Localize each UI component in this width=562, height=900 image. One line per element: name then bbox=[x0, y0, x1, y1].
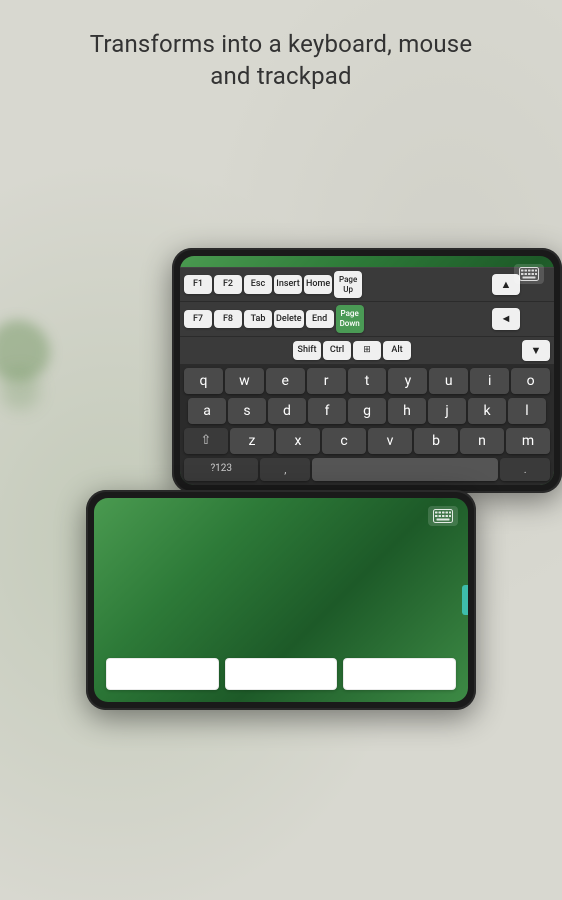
key-q[interactable]: q bbox=[184, 368, 223, 394]
key-v[interactable]: v bbox=[368, 428, 412, 454]
key-s[interactable]: s bbox=[228, 398, 266, 424]
key-g[interactable]: g bbox=[348, 398, 386, 424]
key-f1[interactable]: F1 bbox=[184, 275, 212, 294]
key-f8[interactable]: F8 bbox=[214, 310, 242, 329]
key-insert[interactable]: Insert bbox=[274, 275, 302, 294]
keyboard-toggle-icon[interactable] bbox=[514, 264, 544, 284]
key-m[interactable]: m bbox=[506, 428, 550, 454]
key-row-asdf: a s d f g h j k l bbox=[180, 396, 554, 426]
key-x[interactable]: x bbox=[276, 428, 320, 454]
key-i[interactable]: i bbox=[470, 368, 509, 394]
key-e[interactable]: e bbox=[266, 368, 305, 394]
key-space[interactable] bbox=[312, 458, 498, 481]
key-page-up[interactable]: PageUp bbox=[334, 271, 362, 298]
key-y[interactable]: y bbox=[388, 368, 427, 394]
key-tab[interactable]: Tab bbox=[244, 310, 272, 329]
key-shift-main[interactable]: ⇧ bbox=[184, 428, 228, 454]
keyboard-toggle-icon-bottom[interactable] bbox=[428, 506, 458, 526]
key-period[interactable]: . bbox=[500, 458, 550, 481]
key-page-down[interactable]: PageDown bbox=[336, 305, 364, 332]
key-l[interactable]: l bbox=[508, 398, 546, 424]
key-esc[interactable]: Esc bbox=[244, 275, 272, 294]
trackpad-buttons bbox=[106, 658, 456, 690]
phone-device-bottom bbox=[86, 490, 476, 710]
trackpad-btn-middle[interactable] bbox=[225, 658, 338, 690]
key-symbols[interactable]: ?123 bbox=[184, 458, 258, 481]
key-row-qwerty: q w e r t y u i o bbox=[180, 366, 554, 396]
key-o[interactable]: o bbox=[511, 368, 550, 394]
key-delete[interactable]: Delete bbox=[274, 310, 304, 329]
fn-row-1: F1 F2 Esc Insert Home PageUp ▲ bbox=[180, 268, 554, 301]
key-alt[interactable]: Alt bbox=[383, 341, 411, 360]
key-b[interactable]: b bbox=[414, 428, 458, 454]
phone-screen-top: F1 F2 Esc Insert Home PageUp ▲ F7 F8 Tab… bbox=[180, 256, 554, 485]
key-shift[interactable]: Shift bbox=[293, 341, 321, 360]
key-f7[interactable]: F7 bbox=[184, 310, 212, 329]
key-z[interactable]: z bbox=[230, 428, 274, 454]
decorative-blob-2 bbox=[0, 370, 40, 410]
key-comma[interactable]: , bbox=[260, 458, 310, 481]
phone-device-top: F1 F2 Esc Insert Home PageUp ▲ F7 F8 Tab… bbox=[172, 248, 562, 493]
key-k[interactable]: k bbox=[468, 398, 506, 424]
key-f[interactable]: f bbox=[308, 398, 346, 424]
key-u[interactable]: u bbox=[429, 368, 468, 394]
key-ctrl[interactable]: Ctrl bbox=[323, 341, 351, 360]
key-arrow-left[interactable]: ◄ bbox=[492, 308, 520, 329]
key-t[interactable]: t bbox=[348, 368, 387, 394]
key-j[interactable]: j bbox=[428, 398, 466, 424]
scroll-indicator bbox=[462, 585, 468, 615]
keyboard-overlay: F1 F2 Esc Insert Home PageUp ▲ F7 F8 Tab… bbox=[180, 267, 554, 485]
key-row-bottom: ?123 , . bbox=[180, 456, 554, 485]
key-d[interactable]: d bbox=[268, 398, 306, 424]
key-n[interactable]: n bbox=[460, 428, 504, 454]
key-end[interactable]: End bbox=[306, 310, 334, 329]
trackpad-btn-right[interactable] bbox=[343, 658, 456, 690]
key-f2[interactable]: F2 bbox=[214, 275, 242, 294]
key-arrow-down[interactable]: ▼ bbox=[522, 340, 550, 361]
phone-screen-bottom bbox=[94, 498, 468, 702]
key-c[interactable]: c bbox=[322, 428, 366, 454]
key-row-zxcv: ⇧ z x c v b n m bbox=[180, 426, 554, 456]
key-r[interactable]: r bbox=[307, 368, 346, 394]
fn-row-3: Shift Ctrl ⊞ Alt ▼ bbox=[180, 337, 554, 364]
key-w[interactable]: w bbox=[225, 368, 264, 394]
headline-text: Transforms into a keyboard, mouseand tra… bbox=[0, 0, 562, 113]
trackpad-btn-left[interactable] bbox=[106, 658, 219, 690]
fn-row-2: F7 F8 Tab Delete End PageDown ◄ bbox=[180, 302, 554, 335]
key-home[interactable]: Home bbox=[304, 275, 332, 294]
key-a[interactable]: a bbox=[188, 398, 226, 424]
key-h[interactable]: h bbox=[388, 398, 426, 424]
key-win[interactable]: ⊞ bbox=[353, 341, 381, 360]
